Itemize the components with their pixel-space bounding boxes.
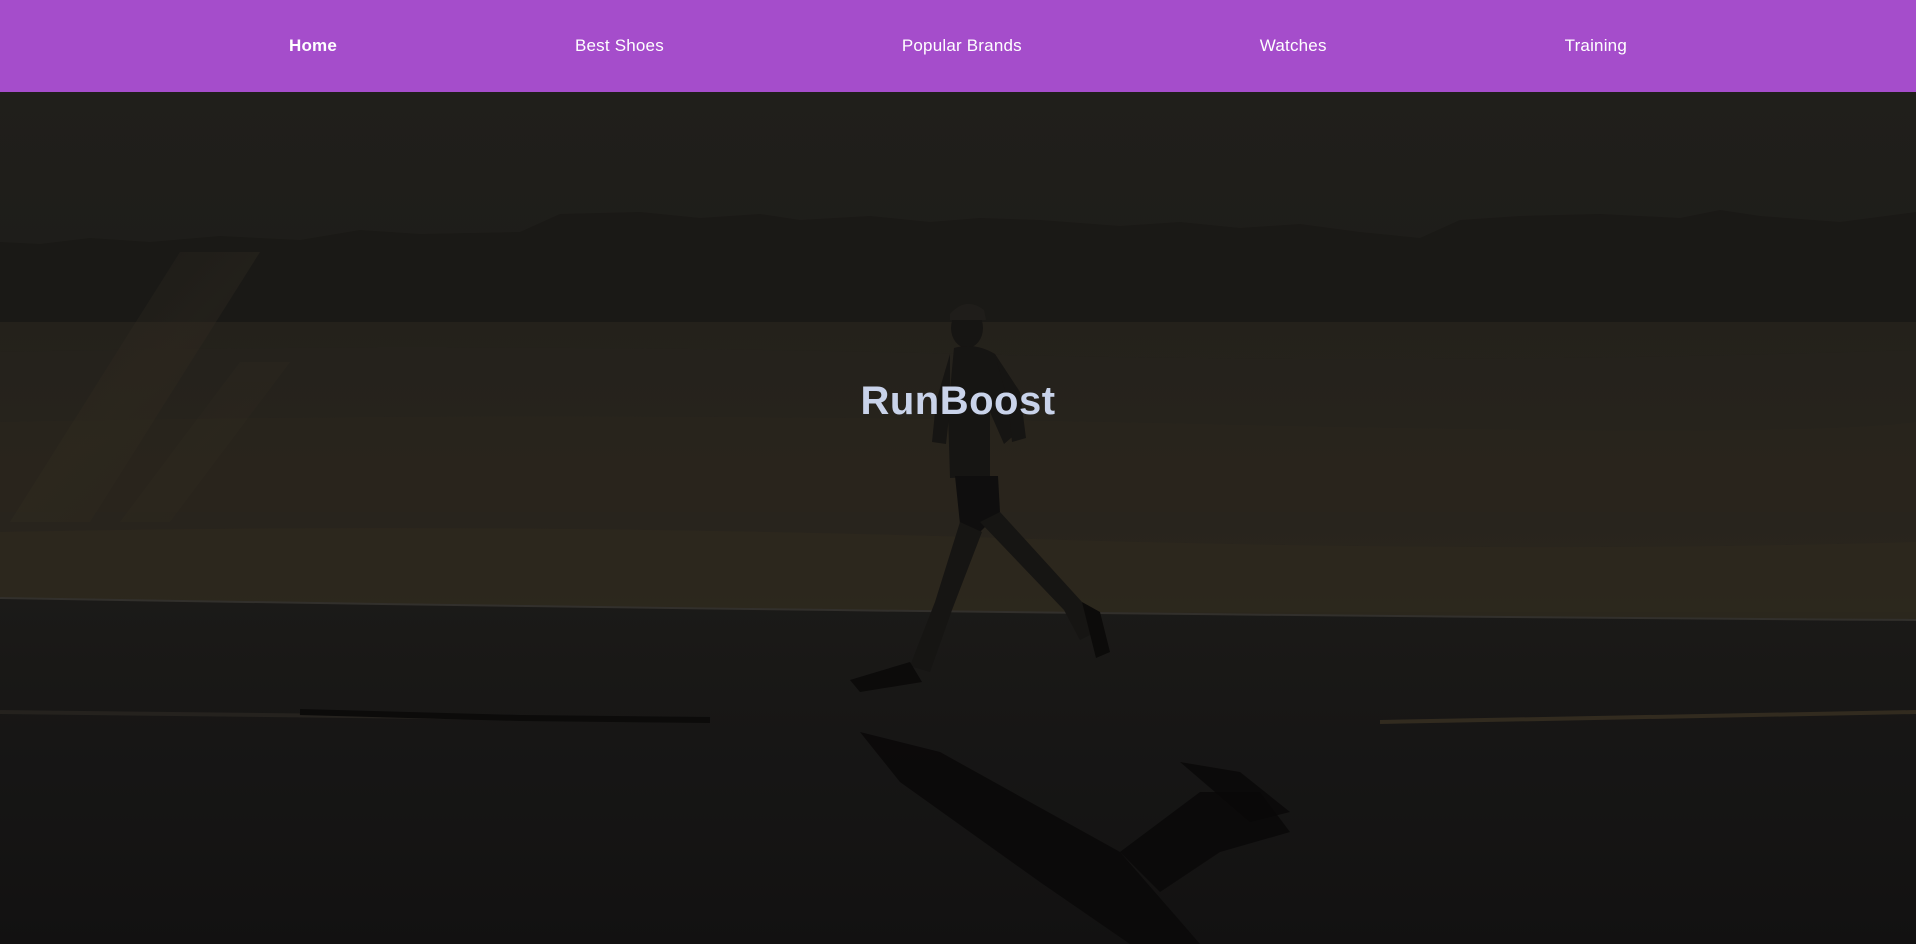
- hero-title: RunBoost: [860, 378, 1056, 423]
- nav-link-best-shoes[interactable]: Best Shoes: [575, 36, 664, 56]
- nav-link-watches[interactable]: Watches: [1260, 36, 1327, 56]
- top-navigation-bar: Home Best Shoes Popular Brands Watches T…: [0, 0, 1916, 92]
- hero-banner: RunBoost: [0, 92, 1916, 944]
- nav-link-training[interactable]: Training: [1565, 36, 1627, 56]
- hero-title-container: RunBoost: [0, 92, 1916, 944]
- nav-link-popular-brands[interactable]: Popular Brands: [902, 36, 1022, 56]
- nav-link-home[interactable]: Home: [289, 36, 337, 56]
